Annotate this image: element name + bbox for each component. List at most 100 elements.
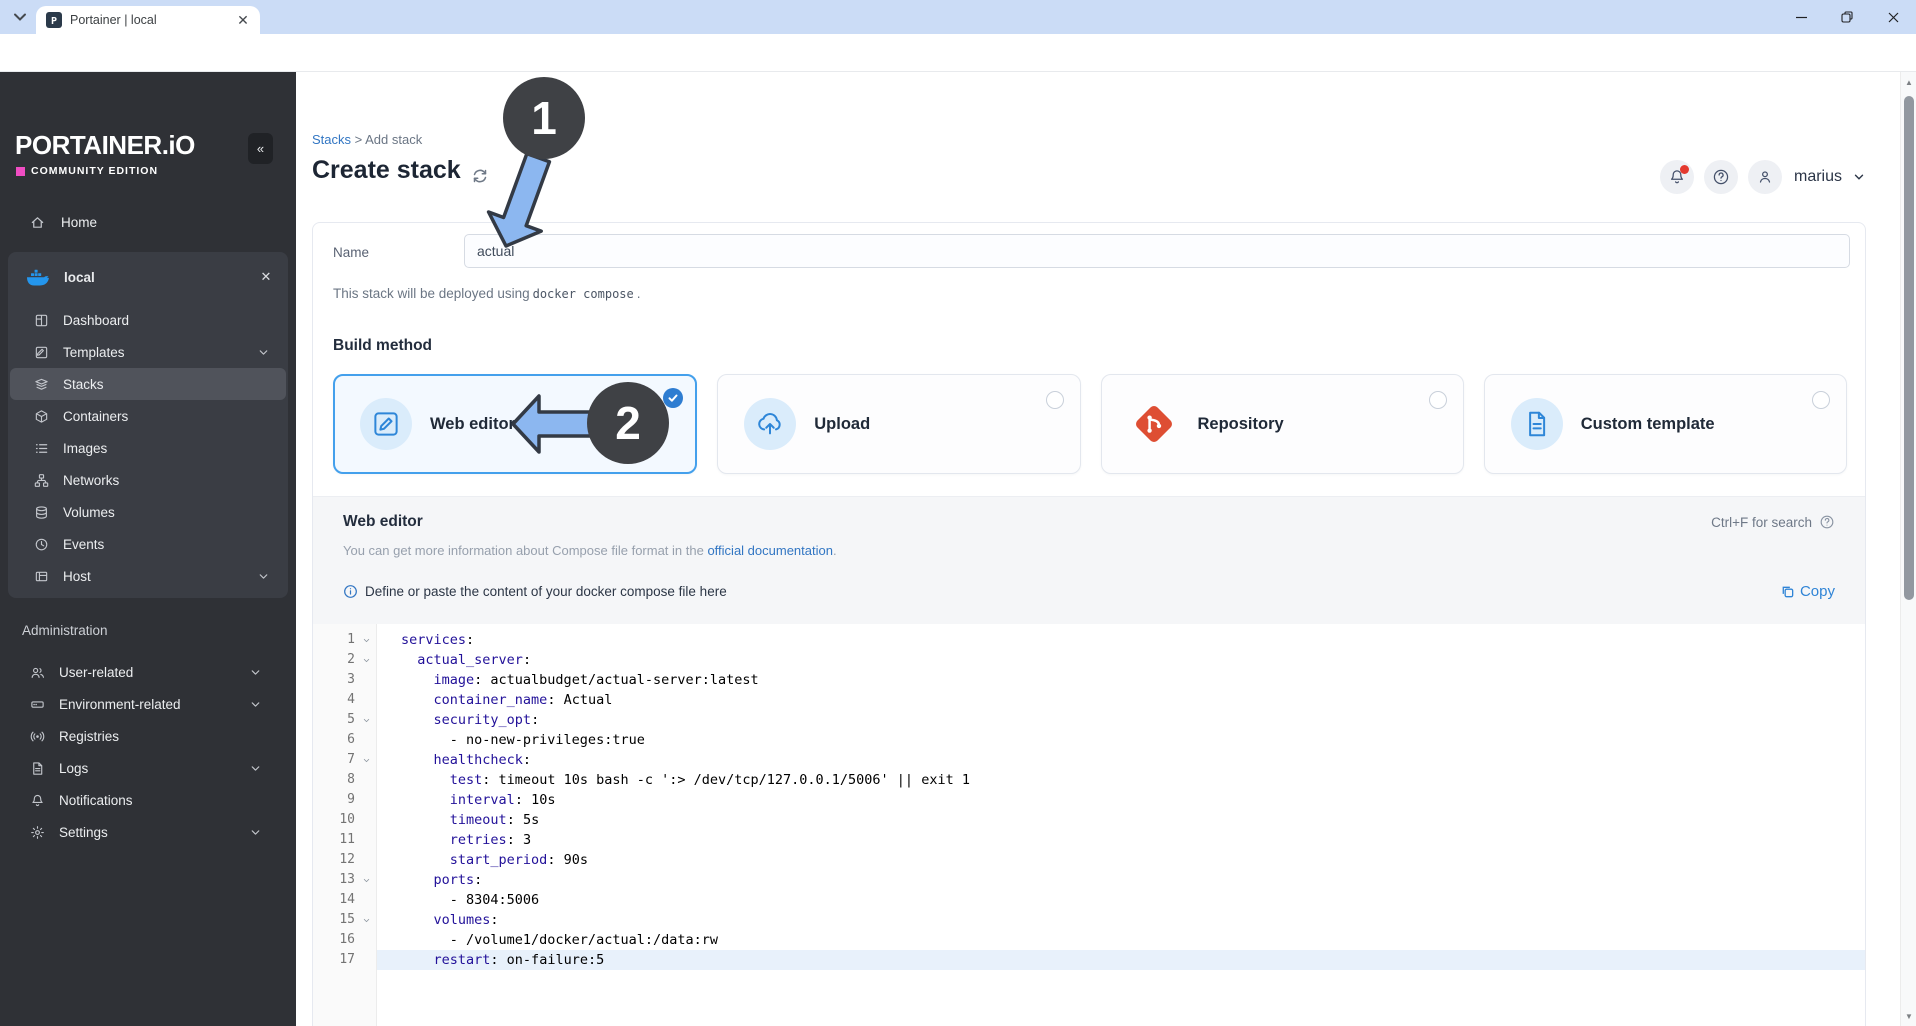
fold-chevron-icon[interactable] (355, 870, 377, 890)
scroll-up-icon[interactable]: ▲ (1901, 74, 1916, 90)
line-number: 4 (347, 692, 355, 707)
sidebar-item-home[interactable]: Home (8, 206, 288, 238)
sidebar-item-host[interactable]: Host (10, 560, 286, 592)
stacks-icon (34, 377, 49, 392)
code-line: 6 - no-new-privileges:true (313, 730, 1865, 750)
window-minimize-button[interactable] (1778, 0, 1824, 34)
sidebar-item-label: Logs (59, 760, 89, 776)
sidebar-item-volumes[interactable]: Volumes (10, 496, 286, 528)
define-hint: Define or paste the content of your dock… (343, 584, 727, 599)
code-text: start_period: 90s (449, 852, 588, 868)
code-text: healthcheck: (433, 752, 532, 768)
browser-tab[interactable]: P Portainer | local ✕ (36, 6, 260, 34)
sidebar-item-networks[interactable]: Networks (10, 464, 286, 496)
stack-name-input[interactable] (464, 234, 1850, 268)
official-documentation-link[interactable]: official documentation (707, 543, 833, 558)
code-line: 1 services: (313, 630, 1865, 650)
line-number: 15 (339, 912, 355, 927)
sidebar-item-containers[interactable]: Containers (10, 400, 286, 432)
fold-chevron-icon[interactable] (355, 750, 377, 770)
logs-icon (30, 761, 45, 776)
environment-block: local ✕ Dashboard Templates Stacks Containe… (8, 252, 288, 598)
compose-info-text: You can get more information about Compo… (343, 543, 837, 558)
radio-button[interactable] (1812, 391, 1830, 409)
code-line: 11 retries: 3 (313, 830, 1865, 850)
compose-code-editor[interactable]: 1 services: 2 actual_server: 3 image: actua… (313, 624, 1865, 1026)
code-text: timeout: 5s (449, 812, 540, 828)
build-method-upload[interactable]: Upload (717, 374, 1081, 474)
code-text: ports: (433, 872, 483, 888)
fold-chevron-icon[interactable] (355, 910, 377, 930)
code-line: 7 healthcheck: (313, 750, 1865, 770)
tab-search-icon[interactable] (10, 7, 30, 27)
chevron-down-icon (257, 346, 270, 359)
notifications-bell-button[interactable] (1659, 160, 1694, 194)
code-text: - 8304:5006 (401, 892, 540, 908)
code-line: 8 test: timeout 10s bash -c ':> /dev/tcp… (313, 770, 1865, 790)
line-number: 17 (339, 952, 355, 967)
code-text: volumes: (433, 912, 499, 928)
sidebar-item-events[interactable]: Events (10, 528, 286, 560)
page-scrollbar[interactable]: ▲ ▼ (1900, 72, 1916, 1026)
build-method-custom-template[interactable]: Custom template (1483, 374, 1847, 474)
close-icon[interactable]: ✕ (254, 265, 278, 289)
sidebar-item-notifications[interactable]: Notifications (2, 784, 278, 816)
code-text: image: actualbudget/actual-server:latest (433, 672, 759, 688)
browser-tabstrip: P Portainer | local ✕ (0, 0, 1916, 34)
username[interactable]: marius (1794, 168, 1842, 186)
copy-button[interactable]: Copy (1780, 583, 1835, 600)
sidebar-item-user-related[interactable]: User-related (2, 656, 278, 688)
code-text: - no-new-privileges:true (401, 732, 645, 748)
tab-close-icon[interactable]: ✕ (234, 11, 252, 29)
radio-button[interactable] (1045, 391, 1064, 409)
notifications-icon (30, 793, 45, 808)
code-line: 14 - 8304:5006 (313, 890, 1865, 910)
sidebar-item-images[interactable]: Images (10, 432, 286, 464)
chevron-down-icon[interactable] (1852, 170, 1866, 184)
networks-icon (34, 473, 49, 488)
volumes-icon (34, 505, 49, 520)
fold-chevron-icon[interactable] (355, 630, 377, 650)
images-icon (34, 441, 49, 456)
window-close-button[interactable] (1870, 0, 1916, 34)
build-method-repository[interactable]: Repository (1100, 374, 1464, 474)
step2-badge: 2 (587, 382, 669, 464)
window-restore-button[interactable] (1824, 0, 1870, 34)
fold-chevron-icon[interactable] (355, 710, 377, 730)
notification-dot (1679, 165, 1689, 174)
sidebar-item-registries[interactable]: Registries (2, 720, 278, 752)
radio-button[interactable] (1428, 391, 1447, 409)
sidebar-item-templates[interactable]: Templates (10, 336, 286, 368)
help-button[interactable] (1703, 160, 1738, 194)
scroll-down-icon[interactable]: ▼ (1901, 1008, 1916, 1024)
settings-icon (30, 825, 45, 840)
sidebar-item-logs[interactable]: Logs (2, 752, 278, 784)
sidebar-item-settings[interactable]: Settings (2, 816, 278, 848)
environments-icon (30, 697, 45, 712)
chevron-down-icon (257, 570, 270, 583)
line-number: 1 (347, 632, 355, 647)
code-line: 2 actual_server: (313, 650, 1865, 670)
code-text: interval: 10s (449, 792, 556, 808)
sidebar-item-local[interactable]: local ✕ (8, 258, 288, 296)
sidebar-collapse-button[interactable]: « (248, 133, 273, 164)
sidebar-item-environment-related[interactable]: Environment-related (2, 688, 278, 720)
breadcrumb-stacks-link[interactable]: Stacks (312, 132, 351, 147)
selected-check-icon (663, 388, 684, 408)
user-avatar[interactable] (1747, 160, 1782, 194)
help-circle-icon (1820, 515, 1834, 529)
scrollbar-thumb[interactable] (1904, 96, 1914, 600)
sidebar-item-dashboard[interactable]: Dashboard (10, 304, 286, 336)
users-icon (30, 665, 45, 680)
chevron-down-icon (249, 762, 262, 775)
fold-chevron-icon[interactable] (355, 650, 377, 670)
sidebar-item-stacks[interactable]: Stacks (10, 368, 286, 400)
home-icon (30, 215, 45, 230)
code-text: retries: 3 (449, 832, 532, 848)
